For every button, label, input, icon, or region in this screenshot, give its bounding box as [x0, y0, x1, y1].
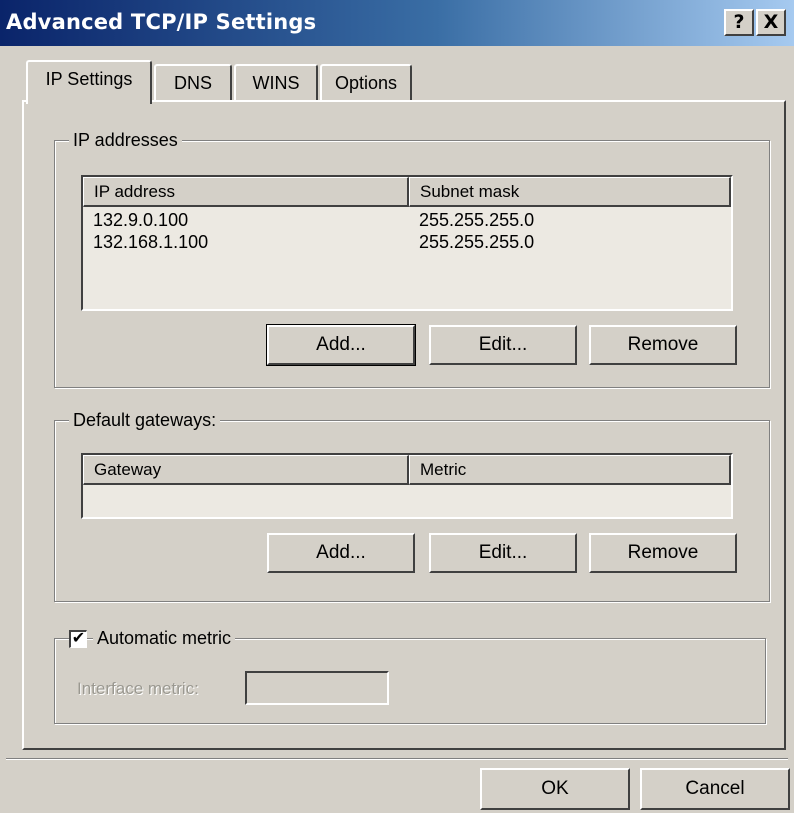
ip-list-header: IP address Subnet mask	[83, 177, 731, 207]
column-metric[interactable]: Metric	[409, 455, 731, 485]
tab-ip-settings[interactable]: IP Settings	[26, 60, 152, 104]
close-button[interactable]: X	[756, 9, 786, 36]
cancel-button[interactable]: Cancel	[640, 768, 790, 810]
ip-address-cell: 132.168.1.100	[93, 232, 209, 252]
tab-dns[interactable]: DNS	[154, 64, 232, 100]
ip-addresses-label: IP addresses	[69, 128, 182, 152]
window-title: Advanced TCP/IP Settings	[6, 10, 317, 34]
ip-address-list[interactable]: IP address Subnet mask 132.9.0.100 255.2…	[81, 175, 733, 311]
default-gateways-group: Default gateways: Gateway Metric Add... …	[54, 408, 770, 602]
automatic-metric-label[interactable]: Automatic metric	[93, 626, 236, 650]
default-gateways-label: Default gateways:	[69, 408, 221, 432]
gateway-add-button[interactable]: Add...	[267, 533, 415, 573]
help-button[interactable]: ?	[724, 9, 754, 36]
title-bar[interactable]: Advanced TCP/IP Settings ? X	[0, 0, 794, 46]
column-subnet-mask[interactable]: Subnet mask	[409, 177, 731, 207]
ip-add-button[interactable]: Add...	[266, 324, 416, 366]
tab-options[interactable]: Options	[320, 64, 412, 100]
column-ip-address[interactable]: IP address	[83, 177, 409, 207]
gateway-list[interactable]: Gateway Metric	[81, 453, 733, 519]
tab-wins[interactable]: WINS	[234, 64, 318, 100]
column-gateway[interactable]: Gateway	[83, 455, 409, 485]
ip-edit-button[interactable]: Edit...	[429, 325, 577, 365]
subnet-mask-cell: 255.255.255.0	[419, 210, 535, 230]
interface-metric-label: Interface metric:	[77, 679, 199, 698]
ip-settings-panel: IP addresses IP address Subnet mask 132.…	[22, 100, 786, 750]
gateway-list-header: Gateway Metric	[83, 455, 731, 485]
gateway-edit-button[interactable]: Edit...	[429, 533, 577, 573]
footer-divider	[6, 758, 788, 760]
interface-metric-input[interactable]	[245, 671, 389, 705]
ip-addresses-group: IP addresses IP address Subnet mask 132.…	[54, 128, 770, 388]
automatic-metric-checkbox[interactable]: ✔	[69, 630, 87, 648]
gateway-remove-button[interactable]: Remove	[589, 533, 737, 573]
ip-remove-button[interactable]: Remove	[589, 325, 737, 365]
metric-group: ✔ Automatic metric Interface metric:	[54, 626, 766, 724]
ip-address-cell: 132.9.0.100	[93, 210, 189, 230]
ok-button[interactable]: OK	[480, 768, 630, 810]
subnet-mask-cell: 255.255.255.0	[419, 232, 535, 252]
